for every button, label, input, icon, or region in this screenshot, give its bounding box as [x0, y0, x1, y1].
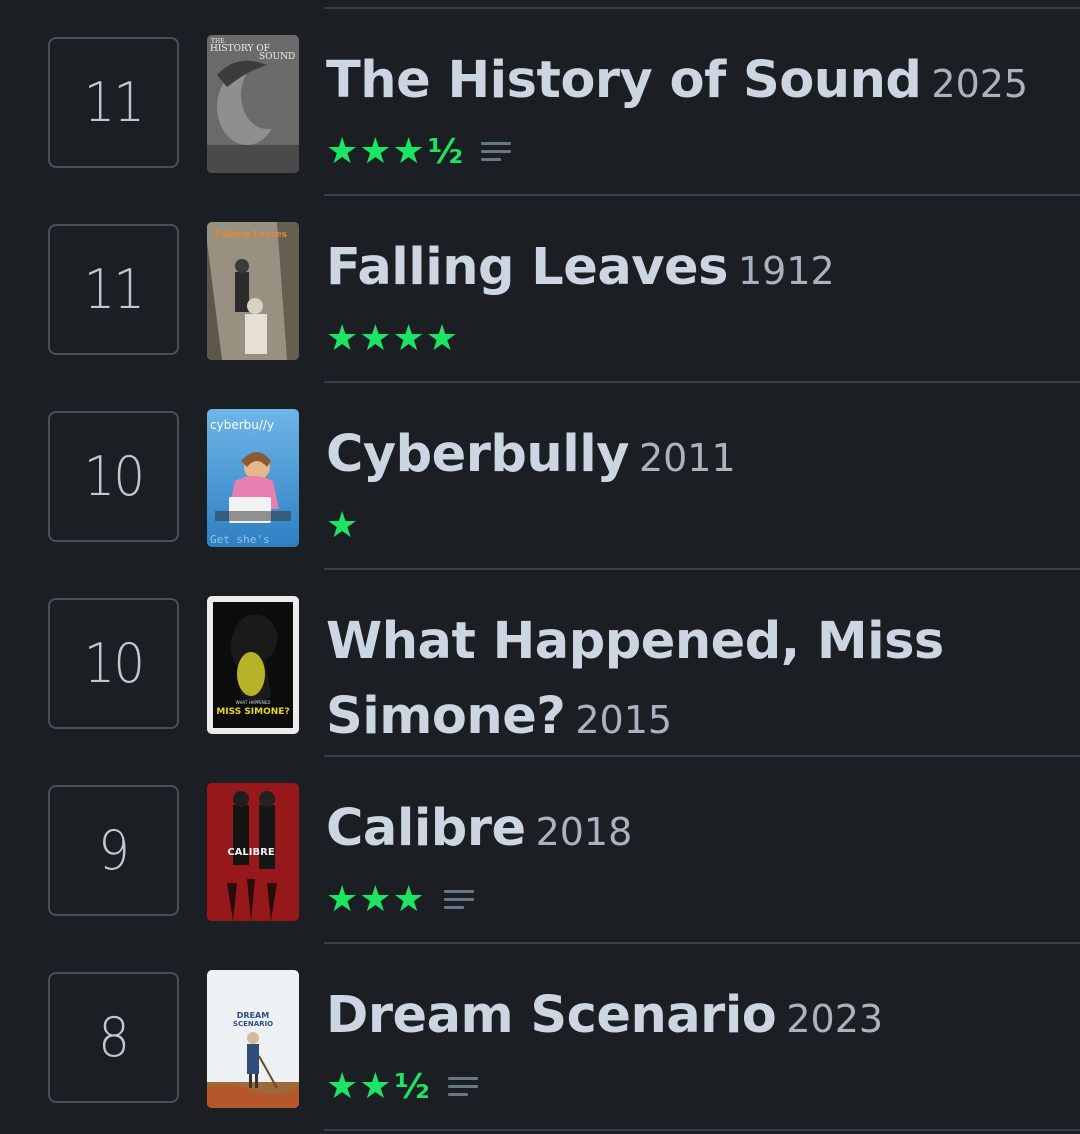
poster-tagline-text: Get she's	[210, 533, 270, 546]
film-heading: Dream Scenario 2023	[326, 984, 1040, 1059]
rank-number: 10	[83, 445, 145, 508]
star-icon: ★★	[326, 1066, 393, 1107]
poster-image: DREAM SCENARIO	[207, 970, 299, 1108]
film-heading: What Happened, Miss	[326, 610, 1040, 685]
ranked-film-list: 11 THE HISTORY OF SOUND The History of S…	[0, 0, 1080, 1134]
rank-number: 11	[83, 258, 145, 321]
list-item[interactable]: 9 CALIBRE Calibre 2018 ★★★	[0, 757, 1080, 944]
rank-badge: 11	[48, 224, 179, 355]
film-year[interactable]: 2023	[786, 997, 883, 1041]
row-divider	[324, 1129, 1080, 1131]
poster-title-text: MISS SIMONE?	[216, 707, 289, 717]
rank-number: 11	[83, 71, 145, 134]
rating: ★★★	[326, 876, 1040, 924]
film-year[interactable]: 2011	[639, 436, 736, 480]
list-item[interactable]: 10 cyberbu//y Get she's Cyberbully 2011 …	[0, 383, 1080, 570]
film-title[interactable]: Dream Scenario	[326, 986, 777, 1045]
film-heading: Calibre 2018	[326, 797, 1040, 872]
rank-number: 9	[98, 819, 131, 882]
film-year[interactable]: 2025	[931, 62, 1028, 106]
rating: ★★ ½	[326, 1063, 1040, 1111]
rank-badge: 10	[48, 411, 179, 542]
poster-title-text: DREAM	[237, 1011, 269, 1020]
list-item[interactable]: 10 WHAT HAPPENED MISS SIMONE? What Happe…	[0, 570, 1080, 757]
rating: ★	[326, 502, 1040, 550]
star-icon: ★	[326, 505, 360, 546]
rank-badge: 8	[48, 972, 179, 1103]
poster-title-text: cyberbu//y	[210, 418, 274, 432]
poster-title-text: CALIBRE	[227, 847, 274, 858]
list-item[interactable]: 8 DREAM SCENARIO Dream Scenario 2023 ★★ ½	[0, 944, 1080, 1131]
list-item[interactable]: 11 THE HISTORY OF SOUND The History of S…	[0, 9, 1080, 196]
review-lines-icon[interactable]	[481, 140, 512, 164]
film-heading: Falling Leaves 1912	[326, 236, 1040, 311]
film-heading: Cyberbully 2011	[326, 423, 1040, 498]
film-title[interactable]: Calibre	[326, 799, 526, 858]
film-poster[interactable]: WHAT HAPPENED MISS SIMONE?	[207, 596, 299, 734]
poster-title-text: WHAT HAPPENED	[236, 700, 271, 705]
film-year[interactable]: 2015	[575, 698, 672, 742]
poster-image: Falling Leaves	[207, 222, 299, 360]
film-title-line-2[interactable]: Simone?	[326, 687, 566, 746]
rating: ★★★★	[326, 315, 1040, 363]
poster-title-text: SOUND	[259, 52, 295, 62]
film-poster[interactable]: DREAM SCENARIO	[207, 970, 299, 1108]
poster-image: CALIBRE	[207, 783, 299, 921]
rating: ★★★ ½	[326, 128, 1040, 176]
poster-image: WHAT HAPPENED MISS SIMONE?	[207, 596, 299, 734]
rank-badge: 10	[48, 598, 179, 729]
poster-title-text: Falling Leaves	[215, 230, 287, 240]
review-lines-icon[interactable]	[443, 888, 474, 912]
film-heading-line-2: Simone? 2015	[326, 685, 1040, 760]
film-heading: The History of Sound 2025	[326, 49, 1040, 124]
film-year[interactable]: 2018	[536, 810, 633, 854]
list-item[interactable]: 11 Falling Leaves Falling Leaves 1912 ★★★…	[0, 196, 1080, 383]
film-title[interactable]: Falling Leaves	[326, 238, 728, 297]
film-title[interactable]: Cyberbully	[326, 425, 629, 484]
film-poster[interactable]: cyberbu//y Get she's	[207, 409, 299, 547]
film-year[interactable]: 1912	[738, 249, 835, 293]
poster-title-text: SCENARIO	[233, 1020, 273, 1028]
film-poster[interactable]: Falling Leaves	[207, 222, 299, 360]
poster-image: cyberbu//y Get she's	[207, 409, 299, 547]
review-lines-icon[interactable]	[447, 1075, 478, 1099]
star-icon: ★★★	[326, 131, 426, 172]
half-star-icon: ½	[427, 132, 464, 172]
film-title-line-1[interactable]: What Happened, Miss	[326, 612, 944, 671]
film-poster[interactable]: THE HISTORY OF SOUND	[207, 35, 299, 173]
star-icon: ★★★	[326, 879, 426, 920]
film-poster[interactable]: CALIBRE	[207, 783, 299, 921]
poster-image: THE HISTORY OF SOUND	[207, 35, 299, 173]
rank-number: 8	[98, 1006, 131, 1069]
half-star-icon: ½	[394, 1067, 430, 1107]
rank-badge: 9	[48, 785, 179, 916]
rank-number: 10	[83, 632, 145, 695]
star-icon: ★★★★	[326, 318, 460, 359]
film-title[interactable]: The History of Sound	[326, 51, 922, 110]
rank-badge: 11	[48, 37, 179, 168]
